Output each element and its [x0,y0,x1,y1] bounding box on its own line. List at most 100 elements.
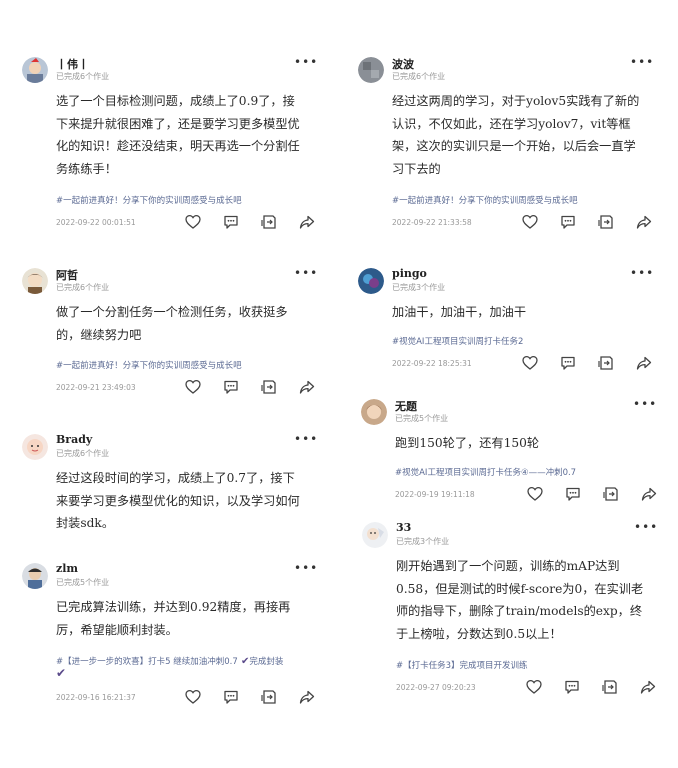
more-icon[interactable]: ••• [634,521,657,534]
avatar[interactable] [361,399,387,425]
comment-icon[interactable] [223,689,239,705]
topic-tag[interactable]: #【打卡任务3】完成项目开发训练 [396,659,528,671]
comment-icon[interactable] [560,355,576,371]
post-content: 跑到150轮了，还有150轮 [395,436,540,450]
comment-icon[interactable] [564,679,580,695]
timestamp: 2022-09-16 16:21:37 [56,693,136,702]
share-icon[interactable] [641,486,657,502]
check-icon: ✔ [56,666,67,680]
repost-icon[interactable] [602,679,618,695]
progress-text: 已完成6个作业 [56,449,110,458]
post-content: 已完成算法训练，并达到0.92精度，再接再厉，希望能顺利封装。 [56,600,291,637]
action-bar [185,379,337,395]
timestamp: 2022-09-21 23:49:03 [56,383,136,392]
action-bar [527,486,678,502]
username[interactable]: zlm [56,562,78,575]
avatar[interactable] [358,57,384,83]
post-card: 波波 已完成6个作业 ••• 经过这两周的学习，对于yolov5实践有了新的认识… [358,56,658,237]
progress-text: 已完成6个作业 [56,72,110,81]
action-bar [522,355,674,371]
timestamp: 2022-09-22 18:25:31 [392,359,472,368]
repost-icon[interactable] [603,486,619,502]
check-icon: ✔ [237,656,250,667]
avatar[interactable] [22,434,48,460]
avatar[interactable] [22,563,48,589]
more-icon[interactable]: ••• [630,56,653,69]
timestamp: 2022-09-19 19:11:18 [395,490,475,499]
topic-tag[interactable]: #一起前进真好！分享下你的实训周感受与成长吧 [56,194,242,206]
post-content: 经过这段时间的学习，成绩上了0.7了，接下来要学习更多模型优化的知识，以及学习如… [56,471,300,530]
username[interactable]: 阿哲 [56,267,78,283]
action-bar [522,214,674,230]
avatar[interactable] [358,268,384,294]
username[interactable]: Brady [56,433,92,446]
topic-tag-text: #【进一步一步的欢喜】打卡5 继续加油冲刺0.7 [56,657,238,667]
action-bar [526,679,678,695]
post-content: 刚开始遇到了一个问题，训练的mAP达到0.58，但是测试的时候f-score为0… [396,559,644,641]
username[interactable]: 无题 [395,398,417,414]
topic-tag[interactable]: #视觉AI工程项目实训周打卡任务2 [392,335,523,347]
share-icon[interactable] [636,355,652,371]
avatar[interactable] [362,522,388,548]
more-icon[interactable]: ••• [630,267,653,280]
like-icon[interactable] [526,679,542,695]
like-icon[interactable] [185,214,201,230]
topic-tag[interactable]: #一起前进真好！分享下你的实训周感受与成长吧 [392,194,578,206]
post-content: 做了一个分割任务一个检测任务，收获挺多的，继续努力吧 [56,305,288,342]
post-card: zlm 已完成5个作业 ••• 已完成算法训练，并达到0.92精度，再接再厉，希… [22,562,322,713]
comment-icon[interactable] [565,486,581,502]
share-icon[interactable] [640,679,656,695]
repost-icon[interactable] [598,214,614,230]
share-icon[interactable] [299,214,315,230]
username[interactable]: 丨伟丨 [56,56,89,72]
more-icon[interactable]: ••• [633,398,656,411]
action-bar [185,689,337,705]
progress-text: 已完成5个作业 [395,414,449,423]
topic-tag[interactable]: #【进一步一步的欢喜】打卡5 继续加油冲刺0.7 ✔完成封装 [56,655,283,667]
like-icon[interactable] [522,355,538,371]
more-icon[interactable]: ••• [294,433,317,446]
comment-icon[interactable] [223,214,239,230]
comment-icon[interactable] [560,214,576,230]
repost-icon[interactable] [598,355,614,371]
username[interactable]: 波波 [392,56,414,72]
more-icon[interactable]: ••• [294,56,317,69]
like-icon[interactable] [522,214,538,230]
more-icon[interactable]: ••• [294,562,317,575]
progress-text: 已完成6个作业 [392,72,446,81]
username[interactable]: pingo [392,267,427,280]
post-content: 选了一个目标检测问题，成绩上了0.9了，接下来提升就很困难了，还是要学习更多模型… [56,94,300,176]
like-icon[interactable] [527,486,543,502]
progress-text: 已完成3个作业 [392,283,446,292]
post-card: 33 已完成3个作业 ••• 刚开始遇到了一个问题，训练的mAP达到0.58，但… [362,521,662,702]
progress-text: 已完成3个作业 [396,537,450,546]
post-card: 丨伟丨 已完成6个作业 ••• 选了一个目标检测问题，成绩上了0.9了，接下来提… [22,56,322,237]
repost-icon[interactable] [261,379,277,395]
topic-tag[interactable]: #一起前进真好！分享下你的实训周感受与成长吧 [56,359,242,371]
repost-icon[interactable] [261,214,277,230]
more-icon[interactable]: ••• [294,267,317,280]
topic-tag-suffix: 完成封装 [249,657,284,667]
avatar[interactable] [22,268,48,294]
progress-text: 已完成6个作业 [56,283,110,292]
share-icon[interactable] [299,379,315,395]
post-card: 阿哲 已完成6个作业 ••• 做了一个分割任务一个检测任务，收获挺多的，继续努力… [22,267,322,398]
like-icon[interactable] [185,379,201,395]
repost-icon[interactable] [261,689,277,705]
avatar[interactable] [22,57,48,83]
topic-tag[interactable]: #视觉AI工程项目实训周打卡任务④——冲刺0.7 [395,466,576,478]
share-icon[interactable] [636,214,652,230]
username[interactable]: 33 [396,521,411,534]
action-bar [185,214,337,230]
post-card: Brady 已完成6个作业 ••• 经过这段时间的学习，成绩上了0.7了，接下来… [22,433,322,539]
like-icon[interactable] [185,689,201,705]
post-card: pingo 已完成3个作业 ••• 加油干，加油干，加油干 #视觉AI工程项目实… [358,267,658,378]
share-icon[interactable] [299,689,315,705]
post-card: 无题 已完成5个作业 ••• 跑到150轮了，还有150轮 #视觉AI工程项目实… [361,398,661,509]
post-content: 加油干，加油干，加油干 [392,305,527,319]
timestamp: 2022-09-27 09:20:23 [396,683,476,692]
progress-text: 已完成5个作业 [56,578,110,587]
timestamp: 2022-09-22 00:01:51 [56,218,136,227]
post-content: 经过这两周的学习，对于yolov5实践有了新的认识，不仅如此，还在学习yolov… [392,94,640,176]
comment-icon[interactable] [223,379,239,395]
